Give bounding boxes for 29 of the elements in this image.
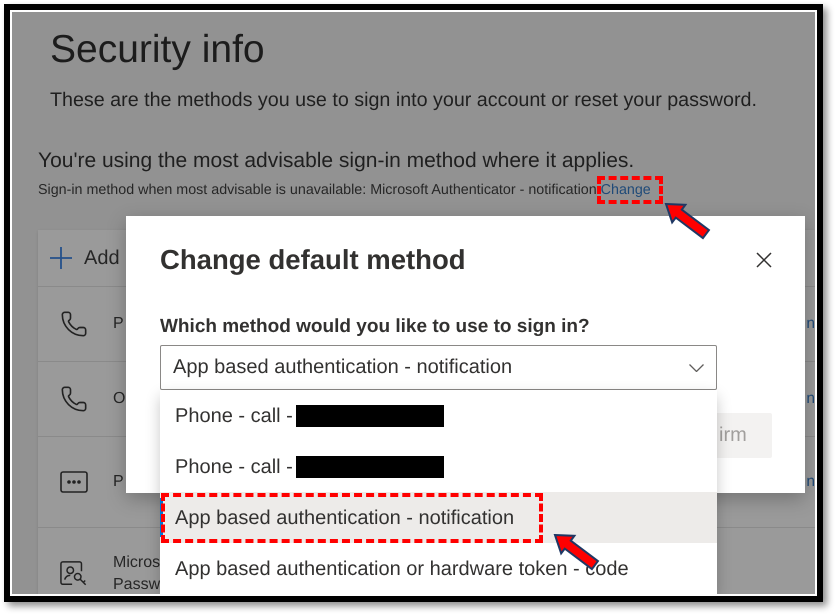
page-title: Security info (50, 28, 265, 72)
dropdown-option[interactable]: Phone - call - (160, 441, 717, 492)
change-link[interactable]: Change (600, 182, 651, 198)
close-button[interactable] (756, 252, 772, 268)
method-name: P (113, 314, 124, 334)
method-question: Which method would you like to use to sign in? (160, 315, 591, 339)
method-name: P (113, 472, 124, 492)
page-subtitle: These are the methods you use to sign into your account or reset your password. (50, 88, 757, 112)
dialog-title: Change default method (160, 243, 466, 277)
card-key-icon (60, 560, 88, 588)
status-message: You're using the most advisable sign-in method where it applies. (38, 149, 634, 173)
add-method-button[interactable]: Add (50, 246, 120, 270)
chevron-down-icon (689, 364, 704, 372)
dropdown-option[interactable]: App based authentication - notification (160, 492, 717, 543)
method-action-link[interactable]: n (806, 471, 815, 493)
phone-icon (60, 310, 88, 338)
method-name: Micros (113, 554, 160, 571)
phone-icon (60, 385, 88, 413)
method-name: Passw (113, 576, 160, 593)
method-name: O (113, 389, 126, 409)
method-select[interactable]: App based authentication - notification (160, 345, 717, 390)
fallback-method-text: Sign-in method when most advisable is unavailable: Microsoft Authenticator - notification (38, 181, 597, 200)
password-icon (60, 471, 88, 493)
close-icon (756, 252, 772, 268)
plus-icon (50, 247, 72, 269)
method-action-link[interactable]: n (806, 313, 815, 335)
dropdown-option[interactable]: Phone - call - (160, 390, 717, 441)
callout-arrow (664, 202, 710, 240)
method-action-link[interactable]: n (806, 388, 815, 410)
